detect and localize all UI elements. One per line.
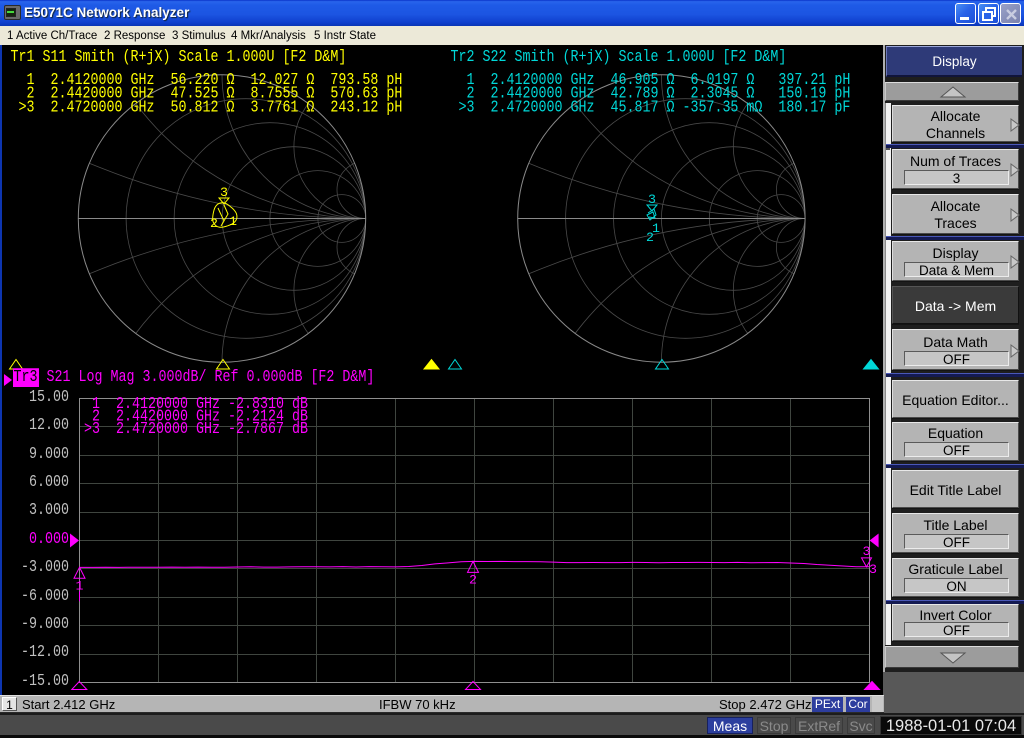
svg-text:1: 1 — [76, 578, 84, 593]
svg-text:3: 3 — [863, 544, 871, 559]
svg-text:2: 2 — [469, 572, 477, 587]
svg-text:2: 2 — [210, 216, 218, 231]
svg-text:1: 1 — [229, 214, 237, 229]
svg-text:3: 3 — [869, 562, 877, 577]
svg-text:2: 2 — [646, 230, 654, 245]
